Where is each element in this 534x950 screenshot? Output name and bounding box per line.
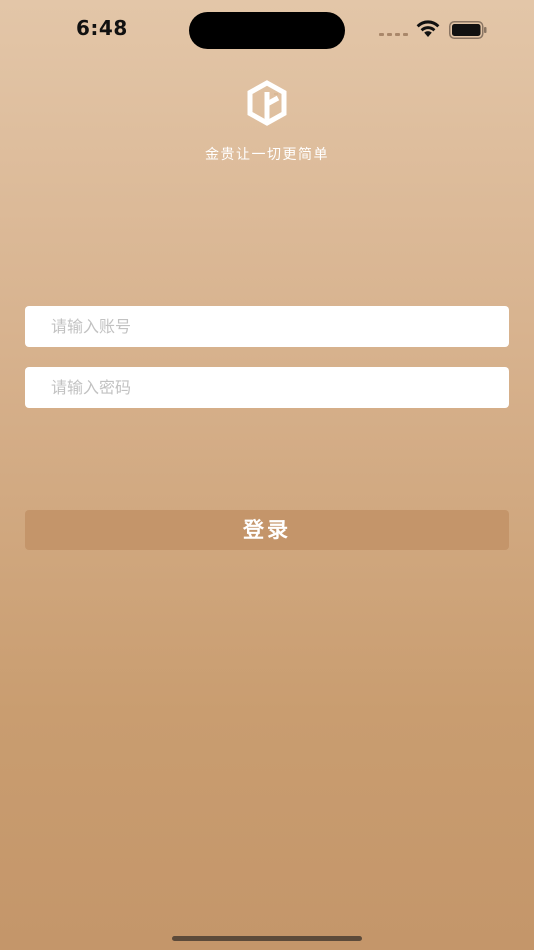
brand-tagline: 金贵让一切更简单 bbox=[205, 147, 329, 163]
status-time: 6:48 bbox=[76, 16, 128, 40]
password-input[interactable] bbox=[25, 367, 509, 408]
signal-dots-icon bbox=[379, 33, 408, 36]
dynamic-island bbox=[189, 12, 345, 49]
home-indicator[interactable] bbox=[172, 936, 362, 941]
login-button[interactable]: 登录 bbox=[25, 510, 509, 550]
hexagon-g-logo-icon bbox=[247, 80, 287, 126]
battery-icon bbox=[449, 21, 487, 39]
status-bar: 6:48 bbox=[0, 0, 534, 60]
wifi-icon bbox=[416, 20, 440, 37]
account-field[interactable] bbox=[25, 306, 509, 347]
password-field[interactable] bbox=[25, 367, 509, 408]
account-input[interactable] bbox=[25, 306, 509, 347]
